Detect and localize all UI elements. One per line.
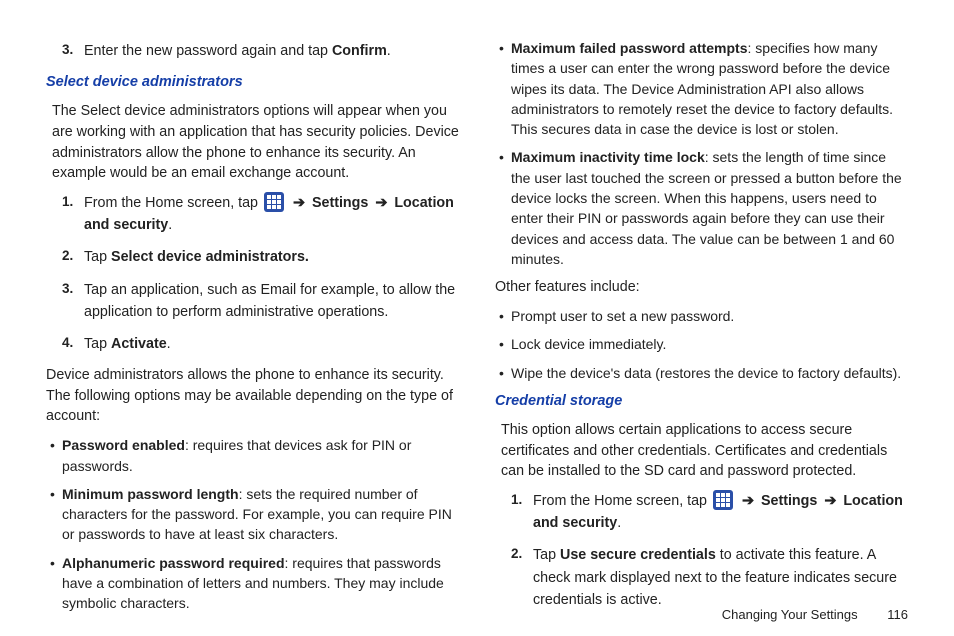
activate-label: Activate <box>111 336 167 352</box>
step-body: From the Home screen, tap <box>84 192 459 236</box>
list-item: • Wipe the device's data (restores the d… <box>495 363 908 383</box>
list-marker: 3. <box>46 279 84 323</box>
cred-step-1: 1. From the Home screen, tap <box>495 490 908 534</box>
select-device-admin-label: Select device administrators. <box>111 249 309 265</box>
step-body: Tap Select device administrators. <box>84 246 459 268</box>
step-body: Tap Activate. <box>84 333 459 355</box>
list-item: • Password enabled: requires that device… <box>46 435 459 476</box>
admin-step-2: 2. Tap Select device administrators. <box>46 246 459 268</box>
arrow-icon: ➔ <box>375 195 387 211</box>
bullet-icon: • <box>495 363 511 383</box>
bullet-icon: • <box>46 435 62 476</box>
bullet-body: Maximum failed password attempts: specif… <box>511 38 908 139</box>
right-column: • Maximum failed password attempts: spec… <box>495 34 908 594</box>
text: Enter the new password again and tap <box>84 43 332 59</box>
confirm-label: Confirm <box>332 43 387 59</box>
text: . <box>167 336 171 352</box>
arrow-icon: ➔ <box>293 195 305 211</box>
cred-step-2: 2. Tap Use secure credentials to activat… <box>495 544 908 610</box>
list-marker: 1. <box>46 192 84 236</box>
bullet-body: Lock device immediately. <box>511 334 908 354</box>
admin-step-1: 1. From the Home screen, tap <box>46 192 459 236</box>
heading-credential-storage: Credential storage <box>495 391 908 412</box>
credential-steps-list: 1. From the Home screen, tap <box>495 490 908 611</box>
bullet-icon: • <box>495 334 511 354</box>
bullet-icon: • <box>495 306 511 326</box>
list-item: • Prompt user to set a new password. <box>495 306 908 326</box>
text: . <box>387 43 391 59</box>
option-name: Minimum password length <box>62 486 239 502</box>
option-name: Maximum inactivity time lock <box>511 149 705 165</box>
bullet-icon: • <box>46 553 62 614</box>
credential-paragraph: This option allows certain applications … <box>501 420 908 482</box>
arrow-icon: ➔ <box>742 493 754 509</box>
list-marker: 2. <box>495 544 533 610</box>
bullet-icon: • <box>495 147 511 269</box>
option-name: Password enabled <box>62 437 185 453</box>
other-features-intro: Other features include: <box>495 277 908 298</box>
admin-intro-paragraph: The Select device administrators options… <box>52 101 459 184</box>
list-item: • Maximum failed password attempts: spec… <box>495 38 908 139</box>
left-column: 3. Enter the new password again and tap … <box>46 34 459 594</box>
list-marker: 4. <box>46 333 84 355</box>
list-item: • Minimum password length: sets the requ… <box>46 484 459 545</box>
settings-label: Settings <box>761 493 817 509</box>
bullet-icon: • <box>495 38 511 139</box>
option-name: Maximum failed password attempts <box>511 40 748 56</box>
text: From the Home screen, tap <box>533 493 711 509</box>
admin-options-bullets-continued: • Maximum failed password attempts: spec… <box>495 38 908 269</box>
apps-grid-icon <box>713 490 733 510</box>
option-name: Alphanumeric password required <box>62 555 285 571</box>
bullet-body: Wipe the device's data (restores the dev… <box>511 363 908 383</box>
list-marker: 2. <box>46 246 84 268</box>
list-marker: 1. <box>495 490 533 534</box>
admin-options-bullets: • Password enabled: requires that device… <box>46 435 459 613</box>
admin-options-paragraph: Device administrators allows the phone t… <box>46 365 459 427</box>
list-item: • Lock device immediately. <box>495 334 908 354</box>
use-secure-credentials-label: Use secure credentials <box>560 547 716 563</box>
list-marker: 3. <box>46 40 84 62</box>
bullet-icon: • <box>46 484 62 545</box>
bullet-body: Maximum inactivity time lock: sets the l… <box>511 147 908 269</box>
admin-step-4: 4. Tap Activate. <box>46 333 459 355</box>
bullet-body: Password enabled: requires that devices … <box>62 435 459 476</box>
two-column-layout: 3. Enter the new password again and tap … <box>46 34 908 594</box>
footer-title: Changing Your Settings <box>722 607 858 622</box>
bullet-body: Alphanumeric password required: requires… <box>62 553 459 614</box>
arrow-icon: ➔ <box>824 493 836 509</box>
text: Tap <box>533 547 560 563</box>
apps-grid-icon <box>264 192 284 212</box>
list-item: • Alphanumeric password required: requir… <box>46 553 459 614</box>
admin-step-3: 3. Tap an application, such as Email for… <box>46 279 459 323</box>
text: Tap <box>84 249 111 265</box>
page-footer: Changing Your Settings 116 <box>722 607 908 622</box>
step-body: Tap Use secure credentials to activate t… <box>533 544 908 610</box>
admin-steps-list: 1. From the Home screen, tap <box>46 192 459 355</box>
heading-select-device-administrators: Select device administrators <box>46 72 459 93</box>
page-number: 116 <box>887 607 908 622</box>
step-body: From the Home screen, tap <box>533 490 908 534</box>
step-body: Tap an application, such as Email for ex… <box>84 279 459 323</box>
list-item: • Maximum inactivity time lock: sets the… <box>495 147 908 269</box>
settings-label: Settings <box>312 195 368 211</box>
intro-continued-list: 3. Enter the new password again and tap … <box>46 40 459 62</box>
option-desc: : sets the length of time since the user… <box>511 149 902 266</box>
text: From the Home screen, tap <box>84 195 262 211</box>
step-3-confirm: 3. Enter the new password again and tap … <box>46 40 459 62</box>
text: Tap <box>84 336 111 352</box>
bullet-body: Minimum password length: sets the requir… <box>62 484 459 545</box>
step-body: Enter the new password again and tap Con… <box>84 40 459 62</box>
other-features-bullets: • Prompt user to set a new password. • L… <box>495 306 908 383</box>
bullet-body: Prompt user to set a new password. <box>511 306 908 326</box>
